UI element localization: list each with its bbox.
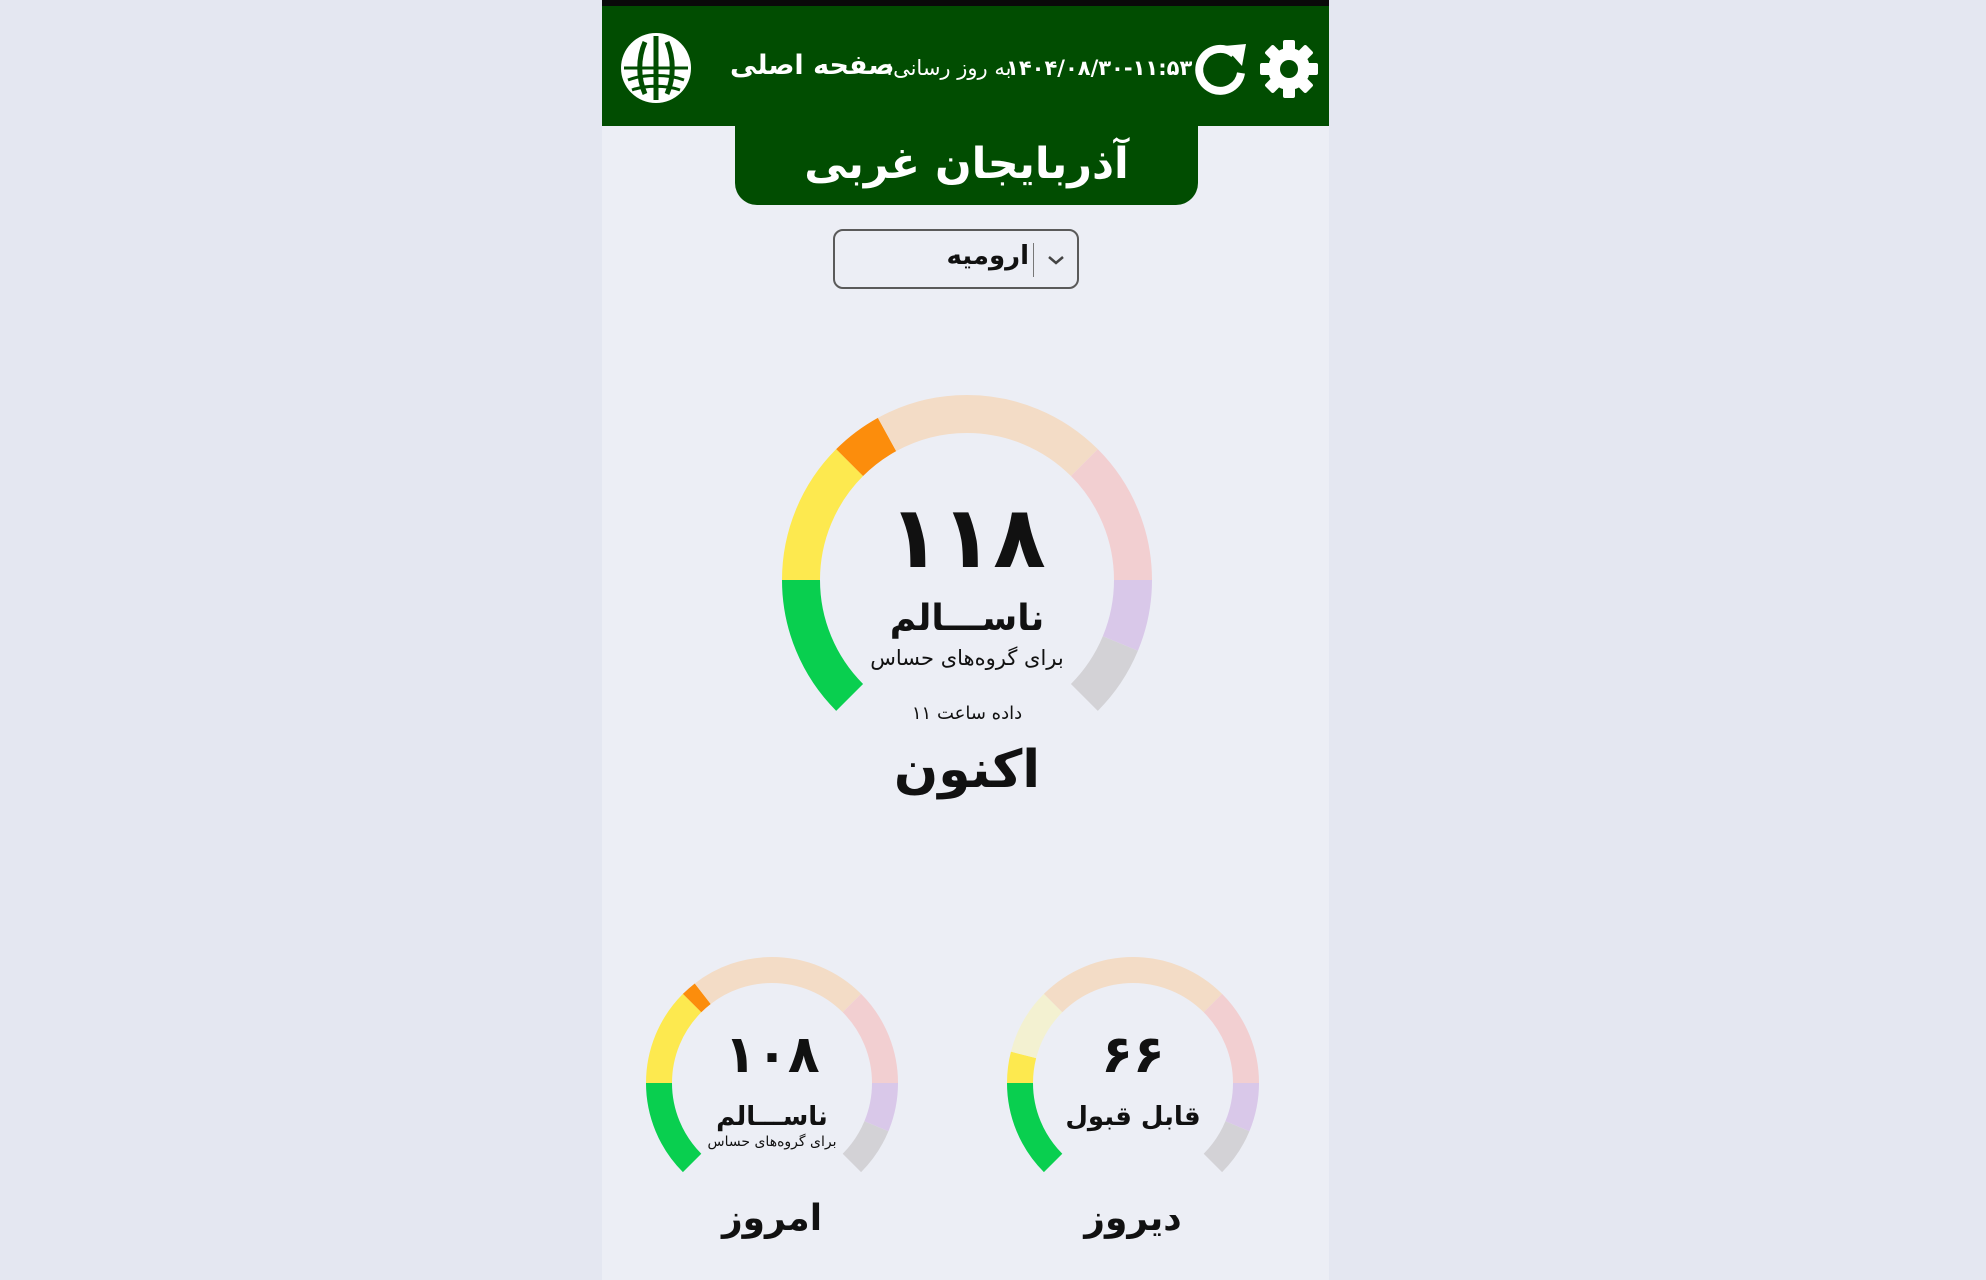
gauge-yesterday-status: قابل قبول — [1065, 1102, 1201, 1132]
city-select-value: ارومیه — [946, 241, 1029, 271]
chevron-down-icon[interactable] — [1047, 253, 1065, 267]
home-link[interactable]: صفحه اصلی — [730, 50, 894, 81]
city-select[interactable]: ارومیه — [833, 229, 1079, 289]
update-time: ۱۴۰۴/۰۸/۳۰-۱۱:۵۳ — [1006, 56, 1193, 80]
gauge-today-caption: امروز — [721, 1198, 823, 1239]
gauge-today-band-hazardous — [864, 1082, 898, 1132]
update-label: به روز رسانی: — [886, 56, 1012, 80]
gauge-yesterday-caption: دیروز — [1084, 1198, 1182, 1239]
gauge-now-band-sensitive-filled — [836, 417, 897, 477]
select-divider — [1033, 243, 1034, 277]
top-bar: صفحه اصلی به روز رسانی: ۱۴۰۴/۰۸/۳۰-۱۱:۵۳ — [602, 0, 1329, 126]
gauge-yesterday-band-moderate-filled — [1007, 1051, 1037, 1084]
gauge-today-value: ۱۰۸ — [724, 1025, 820, 1085]
gauge-today-band-unhealthy — [771, 957, 862, 1013]
gauge-now-subtitle: برای گروه‌های حساس — [870, 646, 1064, 670]
environment-org-logo-icon[interactable] — [618, 30, 694, 106]
gauge-today-subtitle: برای گروه‌های حساس — [707, 1134, 837, 1150]
gauge-now-band-hazardous — [1102, 579, 1152, 651]
gauge-today-band-sensitive-empty — [694, 957, 773, 1005]
gauge-yesterday-band-unhealthy — [1132, 957, 1223, 1013]
gear-icon[interactable] — [1258, 38, 1320, 100]
refresh-icon[interactable] — [1190, 40, 1250, 100]
province-title: آذربایجان غربی — [735, 126, 1198, 205]
gauge-now-value: ۱۱۸ — [888, 488, 1046, 588]
gauge-yesterday-value: ۶۶ — [1101, 1025, 1165, 1085]
gauge-today-status: ناســـالم — [716, 1102, 828, 1132]
gauge-now-status: ناســـالم — [889, 598, 1045, 639]
app-screen: صفحه اصلی به روز رسانی: ۱۴۰۴/۰۸/۳۰-۱۱:۵۳… — [602, 0, 1329, 1280]
gauge-now-band-unhealthy — [966, 395, 1098, 477]
gauge-yesterday-band-sensitive-empty — [1043, 957, 1134, 1013]
gauge-yesterday-band-hazardous — [1225, 1082, 1259, 1132]
gauge-now-band-sensitive-empty — [877, 395, 968, 452]
gauge-today-band-sensitive-filled — [682, 983, 711, 1013]
gauge-now-time-note: داده ساعت ۱۱ — [911, 703, 1023, 724]
gauge-now-caption: اکنون — [893, 740, 1041, 800]
